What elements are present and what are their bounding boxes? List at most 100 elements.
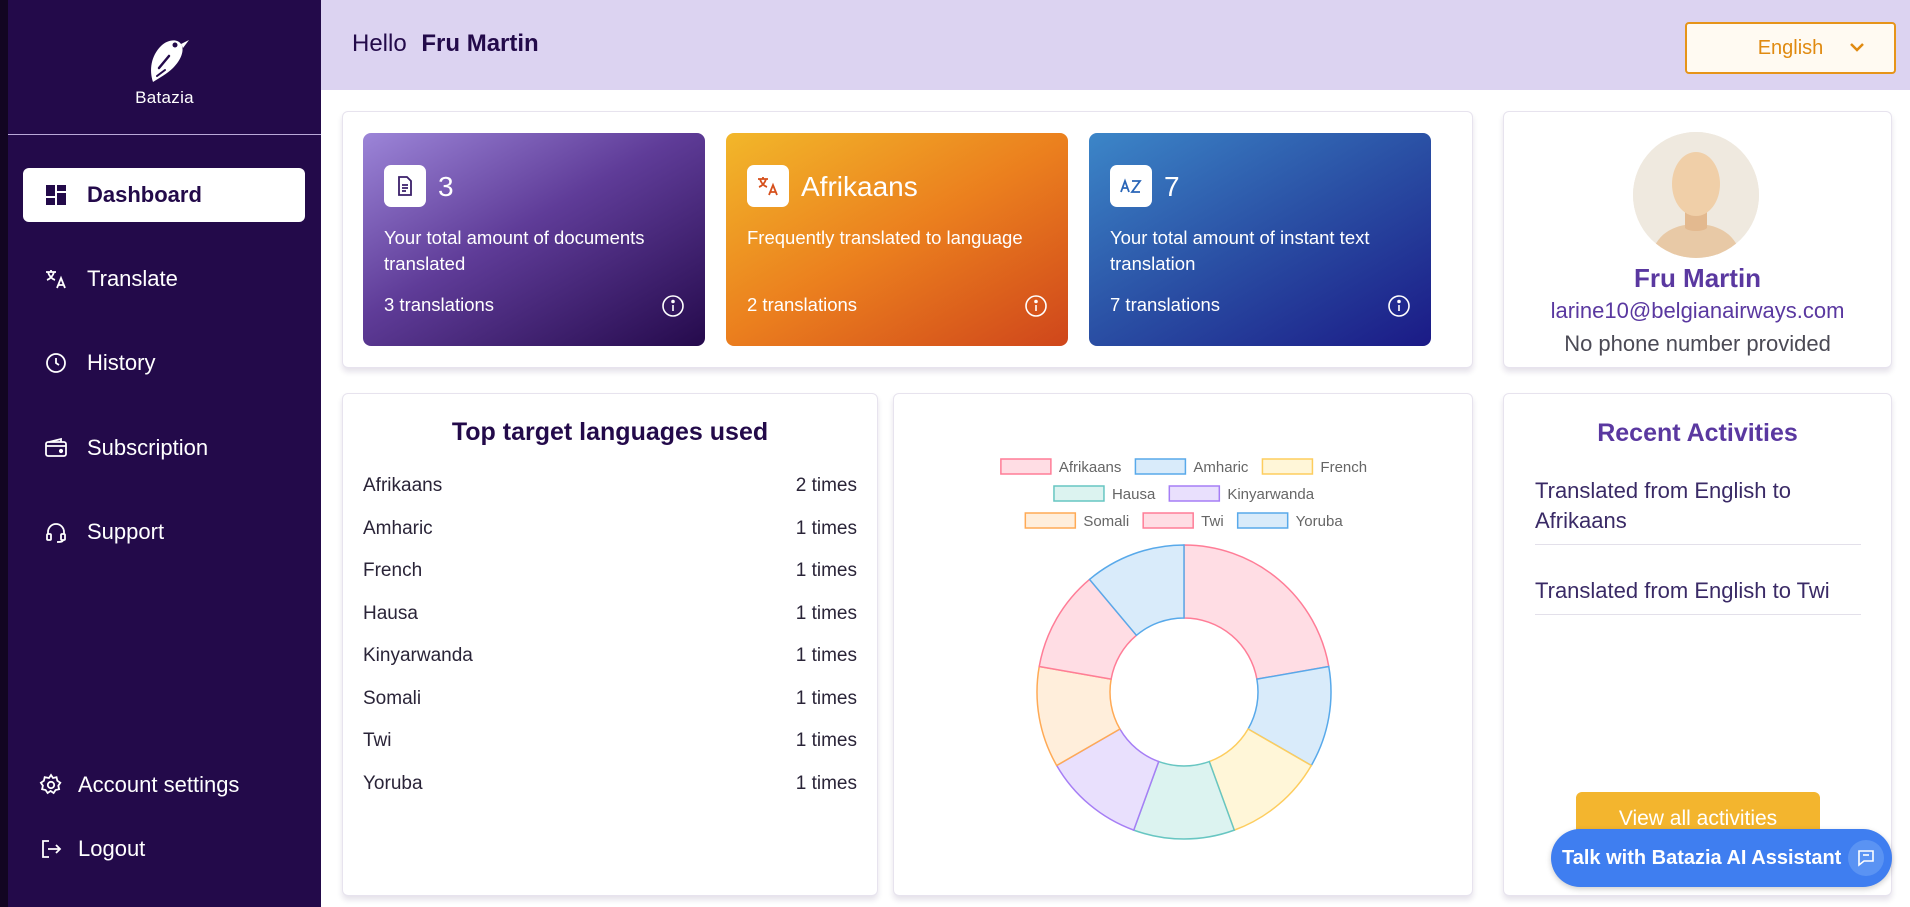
language-count: 1 times [795,603,857,624]
language-row: Somali 1 times [363,688,857,710]
legend-label[interactable]: Afrikaans [1059,459,1122,476]
sidebar-item-label: History [87,350,156,375]
doughnut-slice-afrikaans[interactable] [1183,544,1330,681]
language-name: Yoruba [363,773,423,794]
legend-swatch[interactable] [1261,458,1314,475]
document-icon [384,165,426,207]
greeting-user-name: Fru Martin [421,30,539,57]
language-count: 2 times [795,475,857,496]
info-icon[interactable] [1387,294,1411,318]
recent-activities-panel: Recent Activities Translated from Englis… [1503,393,1892,896]
language-row: French 1 times [363,560,857,582]
account-settings-label: Account settings [78,772,240,797]
language-name: Somali [363,688,422,709]
sidebar-item-label: Translate [87,266,178,291]
legend-swatch[interactable] [1024,512,1077,529]
language-select[interactable]: English [1685,22,1896,74]
sidebar-divider [8,134,321,135]
info-icon[interactable] [661,294,685,318]
language-count: 1 times [795,560,857,581]
info-icon[interactable] [1024,294,1048,318]
language-count: 1 times [795,773,857,794]
language-count: 1 times [795,645,857,666]
sidebar-item-label: Dashboard [87,182,202,207]
stat-value: Afrikaans [801,171,918,202]
chat-bubble-icon [1848,840,1884,876]
legend-label[interactable]: French [1320,459,1367,476]
sidebar-item-dashboard[interactable]: Dashboard [23,168,305,222]
stat-description: Frequently translated to language [747,227,1023,248]
sidebar: Batazia Dashboard Translate History Subs… [0,0,321,907]
language-name: Kinyarwanda [363,645,473,666]
legend-swatch[interactable] [1168,485,1221,502]
stat-footer: 7 translations [1110,294,1221,315]
logout-icon [38,836,64,862]
legend-swatch[interactable] [1000,458,1052,475]
language-select-value: English [1757,36,1824,59]
legend-label[interactable]: Hausa [1112,486,1156,503]
logout-label: Logout [78,836,146,861]
language-row: Yoruba 1 times [363,773,857,795]
stat-value: 7 [1164,171,1180,202]
language-name: Hausa [363,603,418,624]
activity-item: Translated from English to Afrikaans [1535,476,1861,545]
avatar [1633,132,1759,258]
ai-assistant-button[interactable]: Talk with Batazia AI Assistant [1551,829,1892,887]
language-count: 1 times [795,688,857,709]
brand-name: Batazia [135,88,194,107]
language-row: Twi 1 times [363,730,857,752]
account-settings-link[interactable]: Account settings [38,772,239,798]
legend-swatch[interactable] [1142,512,1194,529]
stats-panel: 3 Your total amount of documents transla… [342,111,1473,368]
legend-label[interactable]: Amharic [1193,459,1249,476]
legend-swatch[interactable] [1236,512,1289,529]
az-text-icon [1110,165,1152,207]
language-row: Amharic 1 times [363,518,857,540]
logout-link[interactable]: Logout [38,836,145,862]
legend-label[interactable]: Kinyarwanda [1227,486,1314,503]
translate-icon [43,266,69,292]
top-languages-panel: Top target languages used Afrikaans 2 ti… [342,393,878,896]
legend-swatch[interactable] [1053,485,1105,502]
sidebar-item-label: Support [87,519,165,544]
sidebar-item-subscription[interactable]: Subscription [23,421,305,475]
profile-card: Fru Martin larine10@belgianairways.com N… [1503,111,1892,368]
chevron-down-icon [1850,43,1864,52]
dashboard-icon [43,182,69,208]
language-name: Afrikaans [363,475,443,496]
stat-value: 3 [438,171,454,202]
headset-icon [43,519,69,545]
ai-assistant-label: Talk with Batazia AI Assistant [1562,846,1842,869]
sidebar-item-translate[interactable]: Translate [23,252,305,306]
stat-description: Your total amount of instant text transl… [1110,227,1370,274]
legend-label[interactable]: Twi [1201,513,1224,530]
translate-icon [747,165,789,207]
legend-label[interactable]: Somali [1083,513,1129,530]
sidebar-item-history[interactable]: History [23,336,305,390]
stat-description: Your total amount of documents translate… [384,227,645,274]
legend-label[interactable]: Yoruba [1296,513,1344,530]
gear-icon [38,772,64,798]
stat-card-documents: 3 Your total amount of documents transla… [363,133,705,346]
stat-card-instant-text: 7 Your total amount of instant text tran… [1089,133,1431,346]
stat-card-language: Afrikaans Frequently translated to langu… [726,133,1068,346]
profile-email: larine10@belgianairways.com [1550,298,1845,323]
greeting: Hello Fru Martin [352,30,539,58]
profile-name: Fru Martin [1633,263,1762,293]
language-count: 1 times [795,730,857,751]
recent-activities-title: Recent Activities [1597,419,1798,447]
sidebar-item-support[interactable]: Support [23,505,305,559]
languages-chart-panel: Afrikaans Amharic French Hausa Kinyarwanda So… [893,393,1473,896]
top-languages-title: Top target languages used [451,418,769,446]
language-row: Hausa 1 times [363,603,857,625]
language-name: Twi [363,730,392,751]
language-row: Afrikaans 2 times [363,475,857,497]
language-name: Amharic [363,518,433,539]
languages-doughnut-chart: Afrikaans Amharic French Hausa Kinyarwanda So… [1000,458,1367,840]
brand-logo[interactable]: Batazia [8,30,321,108]
wallet-icon [43,435,69,461]
stat-footer: 2 translations [747,294,858,315]
top-header: Hello Fru Martin English [321,0,1910,90]
legend-swatch[interactable] [1134,458,1187,475]
language-count: 1 times [795,518,857,539]
